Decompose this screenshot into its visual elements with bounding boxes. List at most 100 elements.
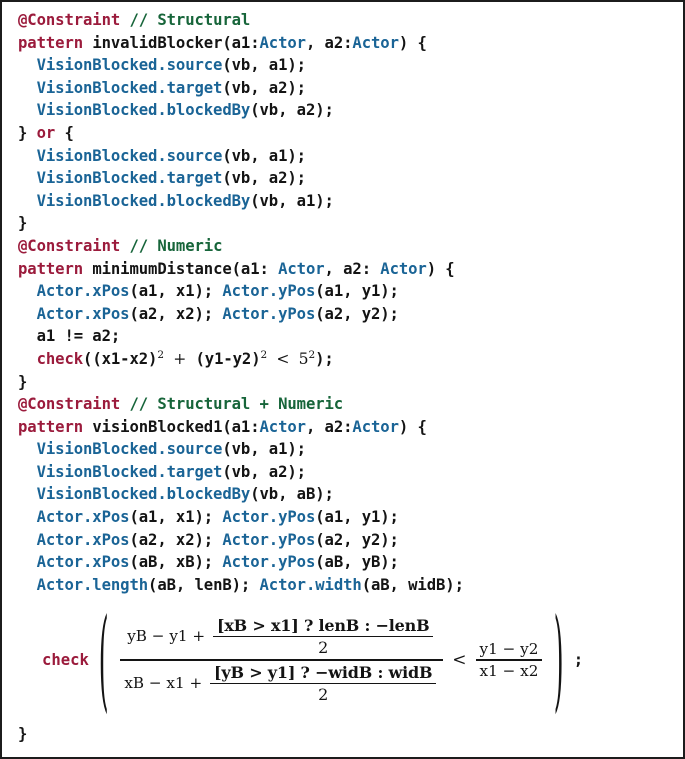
code-line: } bbox=[18, 212, 679, 235]
code-token-pun: , a2: bbox=[324, 259, 381, 278]
code-token-pun: (vb, aB); bbox=[250, 485, 334, 504]
code-token-pun: (a1, x1); bbox=[129, 508, 223, 527]
outer-denominator-lead: xB − x1 + bbox=[124, 673, 203, 692]
final-closing-brace: } bbox=[18, 725, 28, 743]
code-line: @Constraint // Structural bbox=[18, 9, 679, 32]
code-token-typ: Actor.yPos bbox=[222, 553, 316, 572]
code-token-op: + bbox=[173, 349, 187, 368]
code-token-typ: Actor bbox=[278, 259, 325, 278]
slope-denominator: x1 − x2 bbox=[479, 661, 539, 680]
code-line: VisionBlocked.blockedBy(vb, a2); bbox=[18, 99, 679, 122]
code-token-pun: ((x1-x2) bbox=[83, 349, 158, 368]
code-token-cmt: // Numeric bbox=[129, 236, 223, 255]
code-token-typ: VisionBlocked.target bbox=[36, 169, 223, 188]
code-token-typ: Actor bbox=[352, 33, 399, 52]
code-token-pun: , a2: bbox=[305, 33, 353, 52]
code-token-typ: VisionBlocked.source bbox=[36, 56, 223, 75]
code-token-pun: (a2, y2); bbox=[315, 530, 399, 549]
code-token-pun: visionBlocked1(a1: bbox=[83, 417, 260, 436]
code-line: check((x1-x2)2 + (y1-y2)2 < 52); bbox=[18, 348, 679, 371]
code-token-kw: @Constraint bbox=[18, 11, 121, 29]
numerator-inner-fraction: [xB > x1] ? lenB : −lenB 2 bbox=[212, 615, 434, 659]
numerator-inner-num: [xB > x1] ? lenB : −lenB bbox=[216, 615, 430, 635]
code-token-pun: (a1, y1); bbox=[315, 282, 399, 301]
code-token-pun: (aB, xB); bbox=[129, 553, 223, 572]
code-token-typ: Actor.width bbox=[259, 575, 362, 594]
code-line: VisionBlocked.blockedBy(vb, a1); bbox=[18, 190, 679, 213]
code-token-pun: (a1, y1); bbox=[315, 508, 399, 527]
denominator-inner-fraction: [yB > y1] ? −widB : widB 2 bbox=[210, 662, 437, 706]
slope-numerator: y1 − y2 bbox=[479, 640, 539, 659]
code-token-pun: (a2, y2); bbox=[315, 304, 399, 323]
code-token-typ: Actor.xPos bbox=[36, 282, 130, 301]
code-token-typ: VisionBlocked.blockedBy bbox=[36, 485, 251, 504]
code-token-typ: VisionBlocked.blockedBy bbox=[36, 191, 251, 210]
code-line: @Constraint // Numeric bbox=[18, 235, 679, 258]
code-token-op: < bbox=[276, 349, 290, 368]
outer-numerator-lead: yB − y1 + bbox=[127, 626, 206, 645]
code-token-pun: ); bbox=[315, 349, 334, 368]
code-token-kw: pattern bbox=[18, 33, 84, 52]
code-token-typ: Actor.xPos bbox=[36, 508, 130, 527]
code-token-typ: VisionBlocked.source bbox=[36, 146, 223, 165]
code-token-sup: 2 bbox=[157, 348, 164, 361]
code-line: @Constraint // Structural + Numeric bbox=[18, 393, 679, 416]
code-line: Actor.xPos(a1, x1); Actor.yPos(a1, y1); bbox=[18, 506, 679, 529]
code-token-pun: , a2: bbox=[305, 417, 353, 436]
code-line: VisionBlocked.blockedBy(vb, aB); bbox=[18, 483, 679, 506]
code-token-typ: Actor bbox=[259, 33, 307, 52]
code-token-typ: Actor.yPos bbox=[222, 304, 316, 323]
denominator-inner-num: [yB > y1] ? −widB : widB bbox=[214, 662, 433, 682]
code-token-pun: a1 != a2; bbox=[36, 327, 121, 346]
code-line: VisionBlocked.target(vb, a2); bbox=[18, 461, 679, 484]
code-token-typ: Actor.xPos bbox=[36, 304, 130, 323]
code-token-typ: VisionBlocked.blockedBy bbox=[36, 101, 251, 120]
less-than-operator: < bbox=[452, 650, 467, 670]
code-token-kw: or bbox=[36, 123, 56, 142]
code-line: Actor.xPos(a1, x1); Actor.yPos(a1, y1); bbox=[18, 280, 679, 303]
code-line: pattern minimumDistance(a1: Actor, a2: A… bbox=[18, 258, 679, 281]
code-token-cmt: // Structural bbox=[129, 11, 251, 29]
code-line: Actor.xPos(a2, x2); Actor.yPos(a2, y2); bbox=[18, 303, 679, 326]
check-keyword: check bbox=[42, 651, 89, 669]
denominator-inner-den: 2 bbox=[318, 685, 329, 705]
code-token-pun: (aB, yB); bbox=[315, 553, 399, 572]
code-token-pun: (a2, x2); bbox=[129, 304, 223, 323]
formula-expression: yB − y1 + [xB > x1] ? lenB : −lenB 2 xB … bbox=[117, 614, 545, 707]
code-token-pun bbox=[164, 350, 173, 368]
code-token-pun: (vb, a1); bbox=[222, 56, 306, 75]
code-token-pun: } bbox=[18, 123, 37, 142]
outer-fraction: yB − y1 + [xB > x1] ? lenB : −lenB 2 xB … bbox=[120, 614, 444, 707]
code-line: pattern visionBlocked1(a1:Actor, a2:Acto… bbox=[18, 416, 679, 439]
code-token-typ: Actor bbox=[259, 417, 307, 436]
code-line: Actor.xPos(aB, xB); Actor.yPos(aB, yB); bbox=[18, 551, 679, 574]
formula-close-paren: ) bbox=[554, 595, 565, 725]
code-token-pun: (aB, lenB); bbox=[148, 575, 260, 594]
code-token-typ: Actor bbox=[380, 259, 427, 278]
code-line: } bbox=[18, 371, 679, 394]
code-token-pun: ) { bbox=[398, 417, 427, 436]
code-token-pun: (vb, a2); bbox=[222, 78, 306, 97]
displayed-check-formula: check ( yB − y1 + [xB > x1] ? lenB : −le… bbox=[42, 596, 642, 725]
code-line: VisionBlocked.source(vb, a1); bbox=[18, 438, 679, 461]
code-token-pun: ) { bbox=[398, 33, 427, 52]
code-lines-container: @Constraint // Structural pattern invalid… bbox=[18, 9, 679, 709]
code-token-pun: (vb, a2); bbox=[250, 101, 334, 120]
outer-numerator: yB − y1 + [xB > x1] ? lenB : −lenB 2 bbox=[123, 614, 440, 660]
code-token-pun: (a2, x2); bbox=[129, 530, 223, 549]
code-token-pun: } bbox=[18, 372, 28, 391]
code-token-pun: (vb, a1); bbox=[222, 440, 306, 459]
code-token-pun: (vb, a1); bbox=[222, 146, 306, 165]
code-token-pun: invalidBlocker(a1: bbox=[83, 33, 260, 52]
code-token-pun: minimumDistance(a1: bbox=[83, 259, 279, 278]
code-line: Actor.length(aB, lenB); Actor.width(aB, … bbox=[18, 574, 679, 597]
code-token-kw: @Constraint bbox=[18, 236, 121, 255]
code-token-typ: Actor.xPos bbox=[36, 530, 130, 549]
code-token-typ: Actor.yPos bbox=[222, 530, 316, 549]
code-line: VisionBlocked.target(vb, a2); bbox=[18, 167, 679, 190]
code-token-pun: (aB, widB); bbox=[361, 575, 464, 594]
code-token-kw: @Constraint bbox=[18, 395, 121, 414]
outer-denominator: xB − x1 + [yB > y1] ? −widB : widB 2 bbox=[120, 661, 443, 707]
code-token-typ: Actor bbox=[352, 417, 399, 436]
code-line: pattern invalidBlocker(a1:Actor, a2:Acto… bbox=[18, 32, 679, 55]
